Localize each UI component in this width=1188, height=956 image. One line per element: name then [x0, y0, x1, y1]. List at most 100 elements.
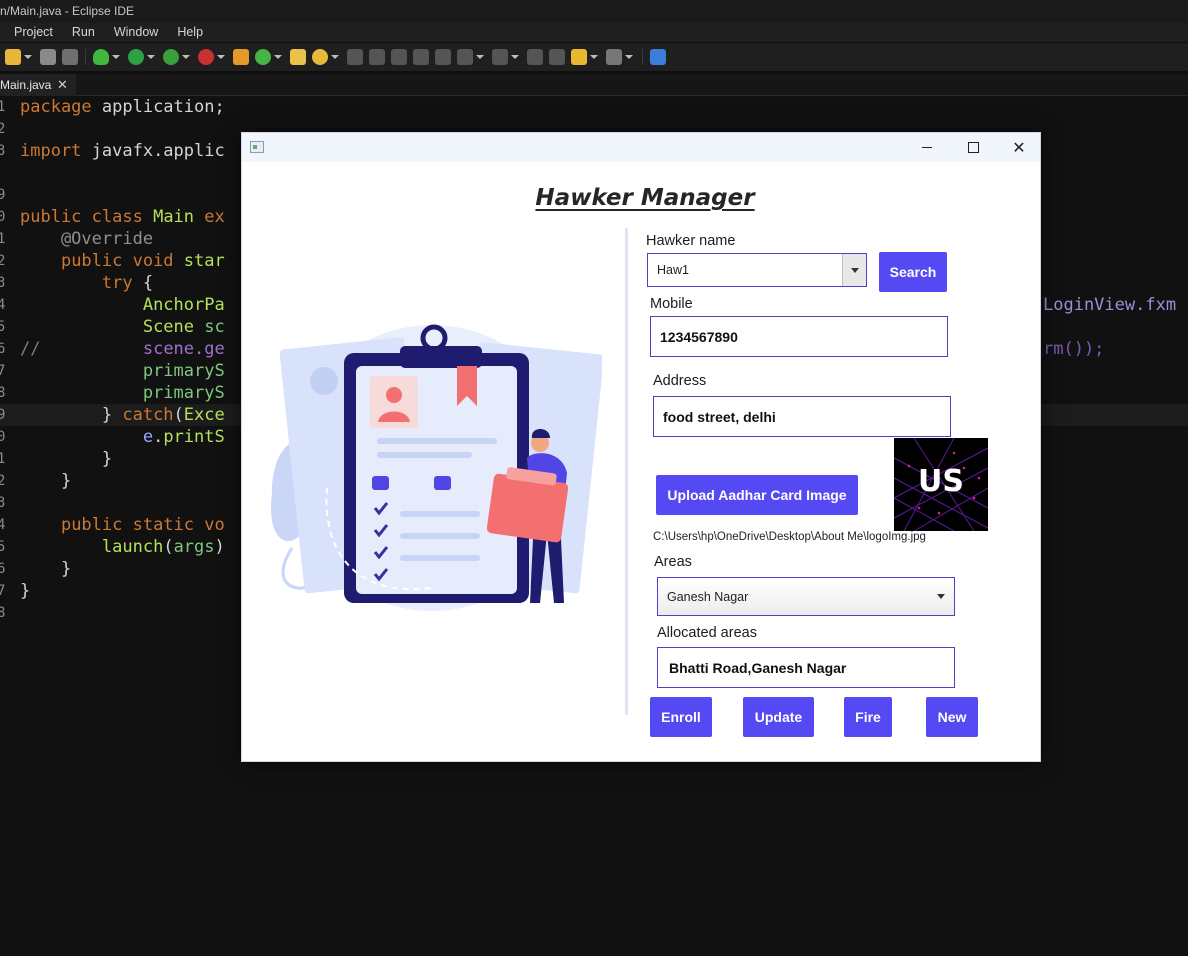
areas-combo[interactable]: Ganesh Nagar	[657, 577, 955, 616]
line-number: 9	[0, 187, 6, 203]
address-field[interactable]: food street, delhi	[653, 396, 951, 437]
line-number: 4	[0, 297, 6, 313]
fire-button[interactable]: Fire	[844, 697, 892, 737]
page-title: Hawker Manager	[535, 185, 755, 211]
line-number: 2	[0, 121, 6, 137]
new-java-project-icon[interactable]	[233, 49, 249, 65]
menu-project[interactable]: Project	[14, 23, 53, 42]
toggle-breadcrumb-icon[interactable]	[347, 49, 363, 65]
line-number: 0	[0, 429, 6, 445]
prev-annotation-icon[interactable]	[492, 49, 508, 65]
chevron-down-icon[interactable]	[476, 55, 484, 59]
editor-tab-label: Main.java	[0, 78, 52, 92]
image-path-text: C:\Users\hp\OneDrive\Desktop\About Me\lo…	[653, 531, 926, 543]
new-file-icon[interactable]	[5, 49, 21, 65]
address-label: Address	[653, 373, 707, 389]
line-number: 8	[0, 605, 6, 621]
line-number: 6	[0, 561, 6, 577]
hawker-manager-window: ✕ Hawker Manager Hawker name Haw1 Search…	[241, 132, 1041, 762]
run-icon[interactable]	[128, 49, 144, 65]
close-icon: ✕	[1012, 139, 1026, 157]
line-number: 1	[0, 99, 6, 115]
allocated-areas-label: Allocated areas	[657, 625, 757, 641]
new-button[interactable]: New	[926, 697, 978, 737]
save-all-icon[interactable]	[62, 49, 78, 65]
external-tools-icon[interactable]	[198, 49, 214, 65]
line-number: 4	[0, 517, 6, 533]
code-fragment: LoginView.fxm	[1043, 295, 1177, 315]
aadhar-image-preview: US	[894, 438, 988, 531]
code-line: 1 package application;	[0, 96, 1188, 118]
line-number: 7	[0, 583, 6, 599]
block-selection-icon[interactable]	[413, 49, 429, 65]
areas-value: Ganesh Nagar	[667, 589, 749, 604]
preview-logo-text: US	[918, 464, 964, 499]
enroll-button[interactable]: Enroll	[650, 697, 712, 737]
last-edit-icon[interactable]	[527, 49, 543, 65]
debug-icon[interactable]	[93, 49, 109, 65]
window-title-bar[interactable]: ✕	[242, 133, 1040, 162]
menu-window[interactable]: Window	[114, 23, 158, 42]
word-wrap-icon[interactable]	[391, 49, 407, 65]
toolbar-divider	[85, 49, 86, 65]
eclipse-title-bar: n/Main.java - Eclipse IDE	[0, 0, 1188, 23]
hawker-name-label: Hawker name	[646, 233, 736, 249]
line-number: 6	[0, 341, 6, 357]
chevron-down-icon[interactable]	[147, 55, 155, 59]
chevron-down-icon[interactable]	[331, 55, 339, 59]
annotation-icon[interactable]	[457, 49, 473, 65]
search-icon[interactable]	[312, 49, 328, 65]
minimize-button[interactable]	[904, 133, 950, 162]
hawker-name-combo[interactable]: Haw1	[647, 253, 867, 287]
chevron-down-icon[interactable]	[590, 55, 598, 59]
line-number: 7	[0, 363, 6, 379]
open-type-icon[interactable]	[290, 49, 306, 65]
maximize-button[interactable]	[950, 133, 996, 162]
update-button[interactable]: Update	[743, 697, 814, 737]
close-button[interactable]: ✕	[996, 133, 1042, 162]
show-whitespace-icon[interactable]	[435, 49, 451, 65]
forward-icon[interactable]	[606, 49, 622, 65]
perspective-icon[interactable]	[650, 49, 666, 65]
chevron-down-icon[interactable]	[24, 55, 32, 59]
line-number: 3	[0, 275, 6, 291]
hawker-name-value: Haw1	[657, 263, 689, 277]
coverage-icon[interactable]	[163, 49, 179, 65]
editor-tab-bar: Main.java ✕	[0, 74, 1188, 96]
eclipse-toolbar	[0, 43, 1188, 71]
line-number: 2	[0, 473, 6, 489]
close-icon[interactable]: ✕	[57, 74, 68, 96]
save-icon[interactable]	[40, 49, 56, 65]
chevron-down-icon[interactable]	[937, 594, 945, 599]
pin-editor-icon[interactable]	[549, 49, 565, 65]
line-number: 1	[0, 231, 6, 247]
chevron-down-icon[interactable]	[112, 55, 120, 59]
eclipse-menu-bar: Project Run Window Help	[0, 23, 1188, 42]
new-class-icon[interactable]	[255, 49, 271, 65]
chevron-down-icon[interactable]	[625, 55, 633, 59]
clipboard-illustration	[271, 324, 602, 611]
edit-icon[interactable]	[369, 49, 385, 65]
allocated-areas-field[interactable]: Bhatti Road,Ganesh Nagar	[657, 647, 955, 688]
app-icon	[250, 141, 264, 153]
search-button[interactable]: Search	[879, 252, 947, 292]
chevron-down-icon[interactable]	[842, 254, 866, 286]
menu-run[interactable]: Run	[72, 23, 95, 42]
line-number: 1	[0, 451, 6, 467]
line-number: 3	[0, 495, 6, 511]
menu-help[interactable]: Help	[177, 23, 203, 42]
chevron-down-icon[interactable]	[217, 55, 225, 59]
upload-aadhar-button[interactable]: Upload Aadhar Card Image	[656, 475, 858, 515]
editor-tab-main-java[interactable]: Main.java ✕	[0, 74, 76, 96]
mobile-field[interactable]: 1234567890	[650, 316, 948, 357]
line-number: 0	[0, 209, 6, 225]
line-number: 3	[0, 143, 6, 159]
chevron-down-icon[interactable]	[274, 55, 282, 59]
chevron-down-icon[interactable]	[511, 55, 519, 59]
back-icon[interactable]	[571, 49, 587, 65]
chevron-down-icon[interactable]	[182, 55, 190, 59]
mobile-label: Mobile	[650, 296, 693, 312]
line-number: 9	[0, 407, 6, 423]
vertical-divider	[625, 228, 628, 715]
line-number: 5	[0, 319, 6, 335]
